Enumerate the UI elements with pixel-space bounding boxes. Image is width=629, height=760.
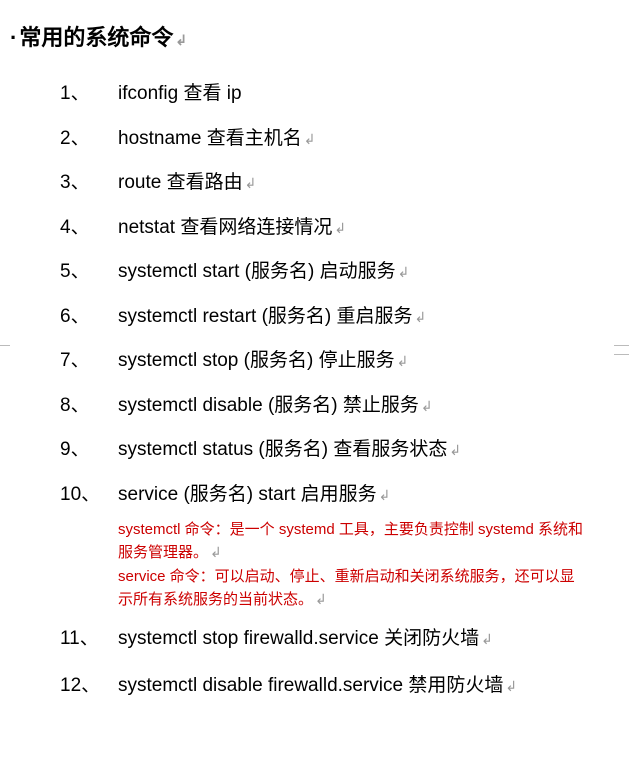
command-list: 1、 ifconfig 查看 ip 2、 hostname 查看主机名↲ 3、 …	[10, 80, 619, 331]
note-text: service 命令：可以启动、停止、重新启动和关闭系统服务，还可以显示所有系统…	[118, 568, 575, 608]
item-number: 5、	[60, 258, 118, 287]
return-mark-icon: ↲	[334, 220, 346, 236]
item-content: route 查看路由	[118, 172, 243, 193]
note-text: systemctl 命令：是一个 systemd 工具，主要负责控制 syste…	[118, 521, 583, 561]
item-text: systemctl disable firewalld.service 禁用防火…	[118, 672, 619, 701]
item-number: 3、	[60, 169, 118, 198]
list-item: 6、 systemctl restart (服务名) 重启服务↲	[60, 303, 619, 332]
item-content: systemctl stop firewalld.service 关闭防火墙	[118, 628, 479, 649]
item-content: systemctl status (服务名) 查看服务状态	[118, 439, 447, 460]
list-item: 11、 systemctl stop firewalld.service 关闭防…	[60, 625, 619, 654]
command-list-continued: 7、 systemctl stop (服务名) 停止服务↲ 8、 systemc…	[10, 347, 619, 509]
item-content: netstat 查看网络连接情况	[118, 217, 332, 238]
item-number: 8、	[60, 392, 118, 421]
return-mark-icon: ↲	[304, 131, 316, 147]
title-bullet: ·	[10, 25, 17, 51]
item-number: 4、	[60, 214, 118, 243]
item-text: hostname 查看主机名↲	[118, 125, 619, 154]
list-item: 12、 systemctl disable firewalld.service …	[60, 672, 619, 701]
item-text: systemctl stop (服务名) 停止服务↲	[118, 347, 619, 376]
list-item: 3、 route 查看路由↲	[60, 169, 619, 198]
command-list-end: 11、 systemctl stop firewalld.service 关闭防…	[10, 625, 619, 700]
return-mark-icon: ↲	[245, 175, 257, 191]
return-mark-icon: ↲	[315, 591, 327, 607]
item-content: service (服务名) start 启用服务	[118, 484, 377, 505]
item-text: service (服务名) start 启用服务↲	[118, 481, 619, 510]
item-content: systemctl disable firewalld.service 禁用防火…	[118, 675, 503, 696]
item-text: systemctl start (服务名) 启动服务↲	[118, 258, 619, 287]
return-mark-icon: ↲	[379, 487, 391, 503]
item-number: 9、	[60, 436, 118, 465]
item-text: route 查看路由↲	[118, 169, 619, 198]
item-number: 6、	[60, 303, 118, 332]
note-line: service 命令：可以启动、停止、重新启动和关闭系统服务，还可以显示所有系统…	[118, 566, 589, 611]
item-content: hostname 查看主机名	[118, 128, 302, 149]
item-number: 10、	[60, 481, 118, 510]
list-item: 2、 hostname 查看主机名↲	[60, 125, 619, 154]
section-title: ·常用的系统命令↲	[10, 20, 619, 52]
item-content: systemctl disable (服务名) 禁止服务	[118, 395, 419, 416]
item-number: 12、	[60, 672, 118, 701]
item-content: systemctl start (服务名) 启动服务	[118, 261, 396, 282]
item-content: systemctl stop (服务名) 停止服务	[118, 350, 395, 371]
item-text: systemctl restart (服务名) 重启服务↲	[118, 303, 619, 332]
return-mark-icon: ↲	[481, 631, 493, 647]
note-line: systemctl 命令：是一个 systemd 工具，主要负责控制 syste…	[118, 519, 589, 564]
return-mark-icon: ↲	[398, 264, 410, 280]
list-item: 4、 netstat 查看网络连接情况↲	[60, 214, 619, 243]
note-block: systemctl 命令：是一个 systemd 工具，主要负责控制 syste…	[10, 519, 619, 611]
item-number: 7、	[60, 347, 118, 376]
item-number: 11、	[60, 625, 118, 654]
item-text: netstat 查看网络连接情况↲	[118, 214, 619, 243]
return-mark-icon: ↲	[397, 353, 409, 369]
return-mark-icon: ↲	[210, 544, 222, 560]
list-item: 5、 systemctl start (服务名) 启动服务↲	[60, 258, 619, 287]
item-text: ifconfig 查看 ip	[118, 80, 619, 109]
list-item: 10、 service (服务名) start 启用服务↲	[60, 481, 619, 510]
item-text: systemctl stop firewalld.service 关闭防火墙↲	[118, 625, 619, 654]
return-mark-icon: ↲	[415, 309, 427, 325]
return-mark-icon: ↲	[505, 678, 517, 694]
item-content: ifconfig 查看 ip	[118, 83, 242, 104]
item-number: 1、	[60, 80, 118, 109]
item-content: systemctl restart (服务名) 重启服务	[118, 306, 413, 327]
list-item: 8、 systemctl disable (服务名) 禁止服务↲	[60, 392, 619, 421]
item-text: systemctl status (服务名) 查看服务状态↲	[118, 436, 619, 465]
return-mark-icon: ↲	[421, 398, 433, 414]
item-number: 2、	[60, 125, 118, 154]
list-item: 1、 ifconfig 查看 ip	[60, 80, 619, 109]
title-text: 常用的系统命令	[19, 25, 173, 50]
return-mark-icon: ↲	[175, 32, 187, 48]
item-text: systemctl disable (服务名) 禁止服务↲	[118, 392, 619, 421]
return-mark-icon: ↲	[449, 442, 461, 458]
list-item: 7、 systemctl stop (服务名) 停止服务↲	[60, 347, 619, 376]
list-item: 9、 systemctl status (服务名) 查看服务状态↲	[60, 436, 619, 465]
